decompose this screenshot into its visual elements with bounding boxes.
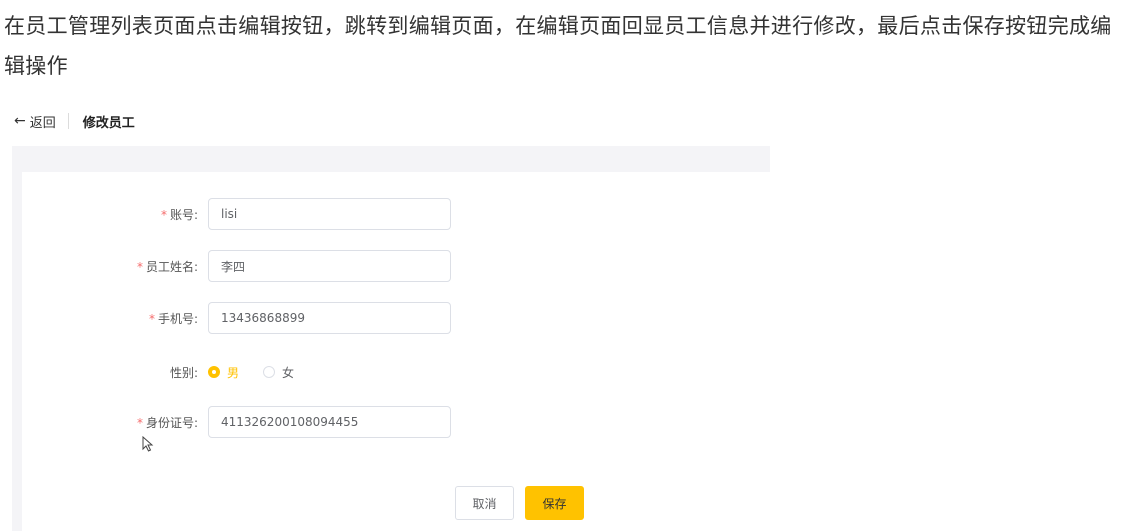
gender-label: 性别: (169, 365, 198, 380)
name-input[interactable] (208, 250, 451, 282)
name-row: * 员工姓名: (22, 250, 482, 282)
radio-checked-icon (208, 366, 220, 378)
id-number-label: * 身份证号: (136, 415, 198, 430)
back-label: 返回 (29, 115, 56, 131)
header-bar: ← 返回 修改员工 (14, 108, 135, 134)
required-mark: * (148, 311, 155, 326)
edit-employee-form: *账号: *员工姓名: *手机号: 性别: 男 女 (22, 172, 770, 531)
phone-row: * 手机号: (22, 302, 482, 334)
radio-unchecked-icon (263, 366, 276, 378)
gender-row: 性别: 男 女 (22, 356, 482, 388)
back-button[interactable]: ← 返回 (14, 112, 56, 131)
mouse-cursor-icon (142, 436, 154, 452)
name-label: * 员工姓名: (136, 259, 198, 274)
phone-label: * 手机号: (148, 311, 198, 326)
cancel-button[interactable]: 取消 (455, 486, 514, 520)
instruction-text: 在员工管理列表页面点击编辑按钮，跳转到编辑页面，在编辑页面回显员工信息并进行修改… (4, 14, 1112, 78)
required-mark: * (160, 207, 167, 222)
account-label: * 账号: (160, 207, 198, 222)
gender-option-label: 女 (282, 365, 295, 380)
account-row: * 账号: (22, 198, 482, 230)
required-mark: * (136, 259, 143, 274)
required-mark: * (136, 415, 143, 430)
page: 在员工管理列表页面点击编辑按钮，跳转到编辑页面，在编辑页面回显员工信息并进行修改… (0, 0, 1123, 531)
gender-radio-male[interactable]: 男 (208, 364, 239, 381)
id-number-row: * 身份证号: (22, 406, 482, 438)
id-number-input[interactable] (208, 406, 451, 438)
account-input[interactable] (208, 198, 451, 230)
gender-radio-female[interactable]: 女 (263, 364, 294, 381)
gender-option-label: 男 (227, 365, 240, 380)
page-title: 修改员工 (82, 115, 135, 131)
header-divider (67, 113, 69, 129)
gender-radio-group: 男 女 (208, 364, 318, 381)
save-button[interactable]: 保存 (525, 486, 584, 520)
phone-input[interactable] (208, 302, 451, 334)
arrow-left-icon: ← (14, 113, 26, 129)
